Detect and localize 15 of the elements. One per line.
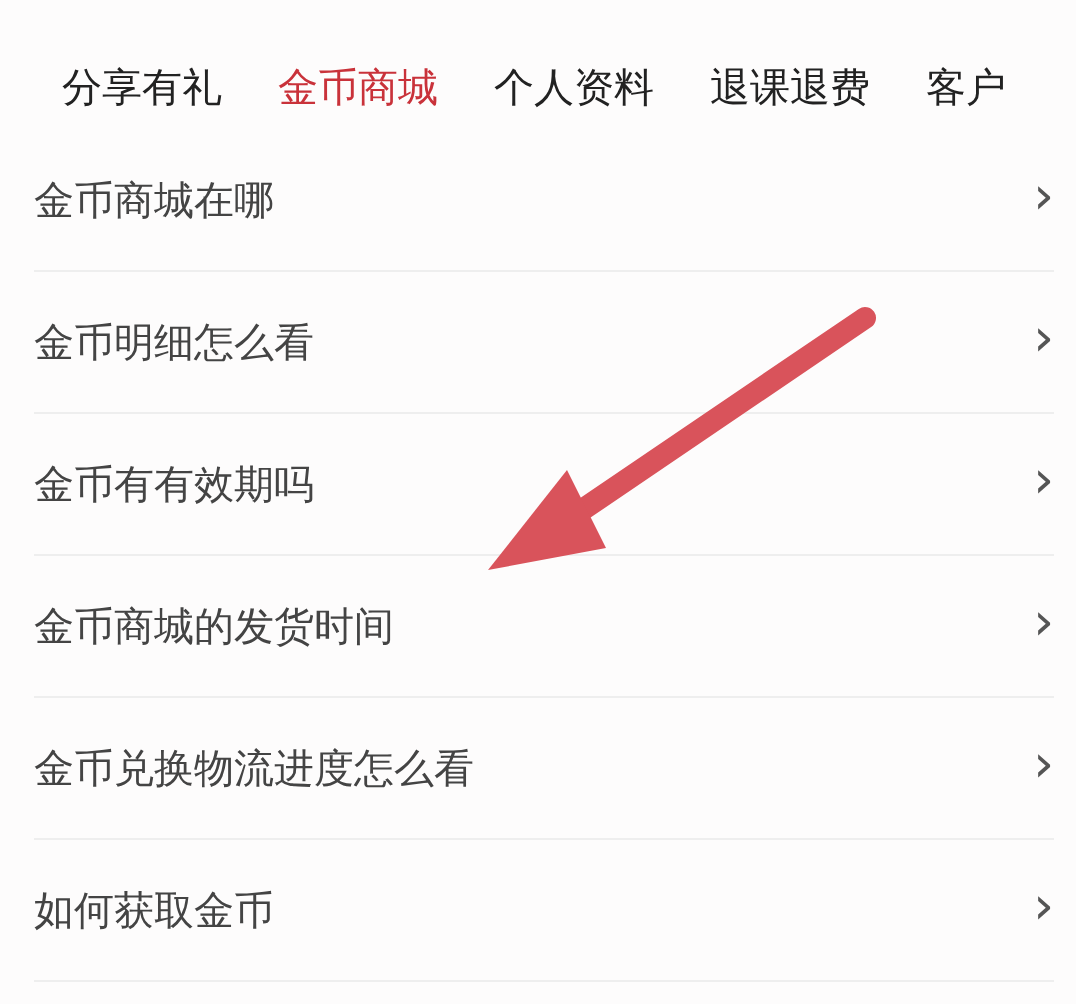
question-item[interactable]: 金币兑换物流进度怎么看 › [34, 698, 1054, 840]
chevron-icon: › [1033, 311, 1054, 363]
category-tab[interactable]: 金币商城 [278, 44, 438, 130]
category-tab[interactable]: 个人资料 [494, 44, 654, 130]
question-item[interactable]: 金币明细怎么看 › [34, 272, 1054, 414]
chevron-icon: › [1033, 169, 1054, 221]
category-tab[interactable]: 退课退费 [710, 44, 870, 130]
chevron-icon: › [1033, 879, 1054, 931]
question-item[interactable]: 如何获取金币 › [34, 840, 1054, 982]
category-tab[interactable]: 分享有礼 [62, 44, 222, 130]
chevron-icon: › [1033, 737, 1054, 789]
chevron-icon: › [1033, 453, 1054, 505]
chevron-icon: › [1033, 595, 1054, 647]
category-tab[interactable]: 客户 [926, 44, 1006, 130]
question-item[interactable]: 金币商城在哪 › [34, 130, 1054, 272]
